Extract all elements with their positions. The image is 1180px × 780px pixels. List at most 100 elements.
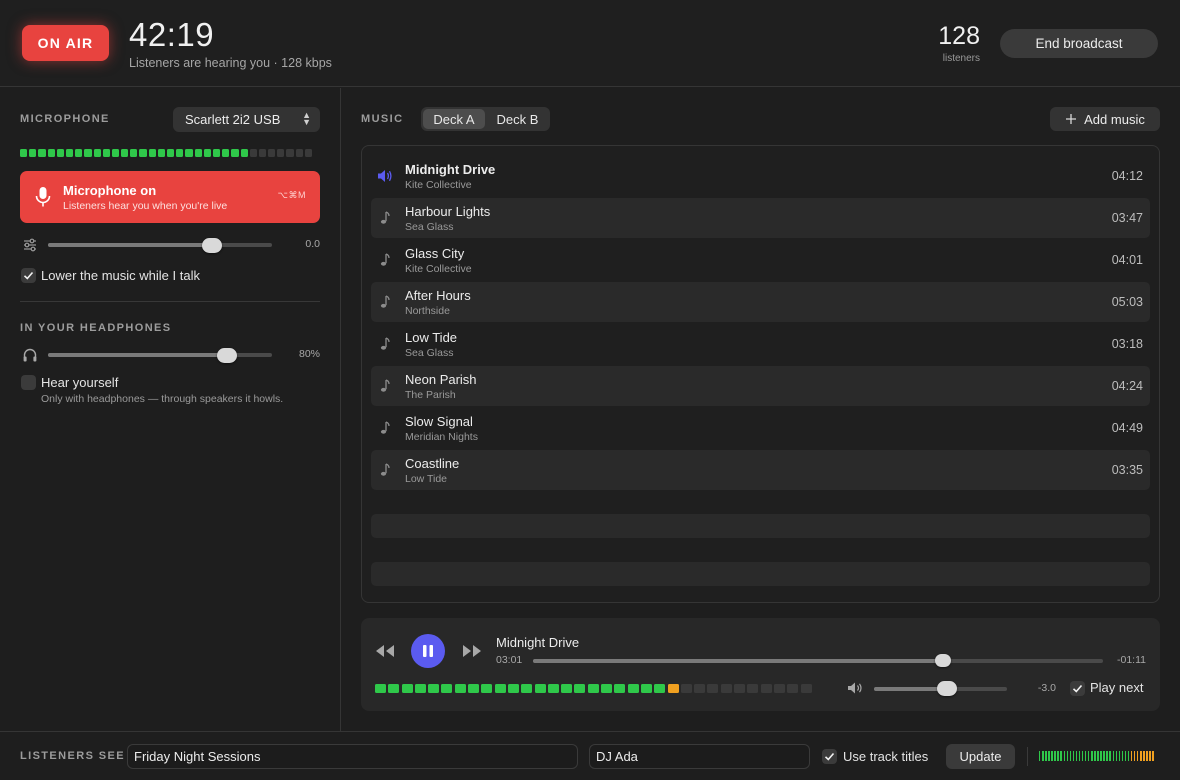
use-track-titles-checkbox[interactable] <box>822 749 837 764</box>
meter-segment <box>194 149 202 157</box>
meter-bar <box>1039 751 1041 761</box>
headphone-volume-knob[interactable] <box>217 348 238 363</box>
select-chevron-icon: ▲ ▼ <box>302 110 311 127</box>
progress-knob[interactable] <box>935 654 952 667</box>
track-artist: Sea Glass <box>405 347 454 359</box>
hear-yourself-hint: Only with headphones — through speakers … <box>41 393 284 405</box>
listeners-see-label: LISTENERS SEE <box>20 750 125 762</box>
track-row[interactable]: Harbour Lights Sea Glass 03:47 <box>371 198 1150 238</box>
meter-segment <box>441 684 453 693</box>
microphone-icon <box>35 187 51 207</box>
show-name-field[interactable]: Friday Night Sessions <box>127 744 578 769</box>
pause-button[interactable] <box>411 634 445 668</box>
track-row[interactable]: Slow Signal Meridian Nights 04:49 <box>371 408 1150 448</box>
listener-count-label: listeners <box>942 53 980 64</box>
meter-segment <box>388 684 400 693</box>
track-row[interactable]: Coastline Low Tide 03:35 <box>371 450 1150 490</box>
footer: LISTENERS SEE Friday Night Sessions DJ A… <box>0 731 1180 780</box>
add-music-button[interactable]: Add music <box>1050 107 1160 131</box>
meter-segment <box>139 149 147 157</box>
meter-segment <box>185 149 193 157</box>
track-title: After Hours <box>405 288 471 303</box>
meter-segment <box>102 149 110 157</box>
play-next-checkbox[interactable] <box>1070 681 1085 696</box>
track-duration: 03:47 <box>1111 211 1143 225</box>
meter-bar <box>1124 751 1127 761</box>
update-button[interactable]: Update <box>946 744 1015 769</box>
meter-segment <box>428 684 440 693</box>
meter-bar <box>1069 751 1072 761</box>
track-row[interactable]: Low Tide Sea Glass 03:18 <box>371 324 1150 364</box>
meter-segment <box>773 684 785 693</box>
track-artist: Meridian Nights <box>405 431 478 443</box>
mic-gain-knob[interactable] <box>201 238 222 253</box>
meter-segment <box>720 684 732 693</box>
track-title: Midnight Drive <box>405 162 496 177</box>
music-level-meter <box>375 684 833 693</box>
track-row[interactable]: After Hours Northside 05:03 <box>371 282 1150 322</box>
play-next-label: Play next <box>1090 680 1144 695</box>
mic-gain-slider[interactable] <box>48 243 272 247</box>
meter-segment <box>547 684 559 693</box>
mic-gain-fill <box>48 243 212 247</box>
track-title: Slow Signal <box>405 414 473 429</box>
deck-gain-value: -3.0 <box>1037 682 1056 694</box>
meter-segment <box>121 149 129 157</box>
meter-bar <box>1133 751 1136 761</box>
deck-volume-knob[interactable] <box>937 681 958 696</box>
empty-track-slot <box>371 562 1150 586</box>
fast-forward-icon[interactable] <box>461 643 483 659</box>
microphone-device-value: Scarlett 2i2 USB <box>185 112 281 127</box>
track-row[interactable]: Glass City Kite Collective 04:01 <box>371 240 1150 280</box>
meter-segment <box>481 684 493 693</box>
tab-deck-b[interactable]: Deck B <box>487 109 548 129</box>
meter-segment <box>304 149 312 157</box>
use-track-titles-label: Use track titles <box>843 749 929 764</box>
meter-bar <box>1094 751 1096 761</box>
meter-bar <box>1146 751 1148 761</box>
track-title: Coastline <box>405 456 460 471</box>
progress-slider[interactable] <box>533 659 1103 663</box>
meter-bar <box>1127 751 1130 761</box>
meter-segment <box>521 684 533 693</box>
rewind-icon[interactable] <box>374 643 396 659</box>
meter-bar <box>1103 751 1105 761</box>
duck-music-checkbox[interactable] <box>21 268 36 283</box>
music-note-icon <box>380 295 390 308</box>
meter-bar <box>1072 751 1075 761</box>
left-panel: MICROPHONE Scarlett 2i2 USB ▲ ▼ Microphon… <box>0 88 341 731</box>
track-title: Harbour Lights <box>405 204 491 219</box>
meter-segment <box>800 684 812 693</box>
track-row[interactable]: Midnight Drive Kite Collective 04:12 <box>371 156 1150 196</box>
meter-segment <box>640 684 652 693</box>
top-bar: ON AIR 42:19 Listeners are hearing you ·… <box>0 0 1180 87</box>
sliders-icon <box>24 238 36 252</box>
headphone-volume-slider[interactable] <box>48 353 272 357</box>
meter-bar <box>1084 751 1087 761</box>
duck-music-label: Lower the music while I talk <box>41 268 200 283</box>
microphone-toggle-card[interactable]: Microphone on Listeners hear you when yo… <box>20 171 320 223</box>
host-name-field[interactable]: DJ Ada <box>589 744 810 769</box>
track-artist: Kite Collective <box>405 179 472 191</box>
meter-segment <box>148 149 156 157</box>
meter-bar <box>1118 751 1121 761</box>
progress-fill <box>533 659 944 663</box>
headphone-volume-fill <box>48 353 228 357</box>
tab-deck-a[interactable]: Deck A <box>423 109 485 129</box>
music-note-icon <box>380 337 390 350</box>
end-broadcast-button[interactable]: End broadcast <box>1000 29 1158 58</box>
checkmark-icon <box>824 752 835 761</box>
player: Midnight Drive 03:01 -01:11 -3.0 Play ne… <box>361 618 1160 711</box>
meter-bar <box>1042 751 1044 761</box>
track-row[interactable]: Neon Parish The Parish 04:24 <box>371 366 1150 406</box>
meter-segment <box>222 149 230 157</box>
meter-bar <box>1140 751 1142 761</box>
microphone-section-label: MICROPHONE <box>20 113 110 125</box>
hear-yourself-checkbox[interactable] <box>21 375 36 390</box>
meter-segment <box>454 684 466 693</box>
microphone-device-select[interactable]: Scarlett 2i2 USB ▲ ▼ <box>173 107 320 132</box>
meter-bar <box>1112 751 1114 761</box>
meter-bar <box>1097 751 1099 761</box>
meter-segment <box>601 684 613 693</box>
track-duration: 04:01 <box>1111 253 1143 267</box>
